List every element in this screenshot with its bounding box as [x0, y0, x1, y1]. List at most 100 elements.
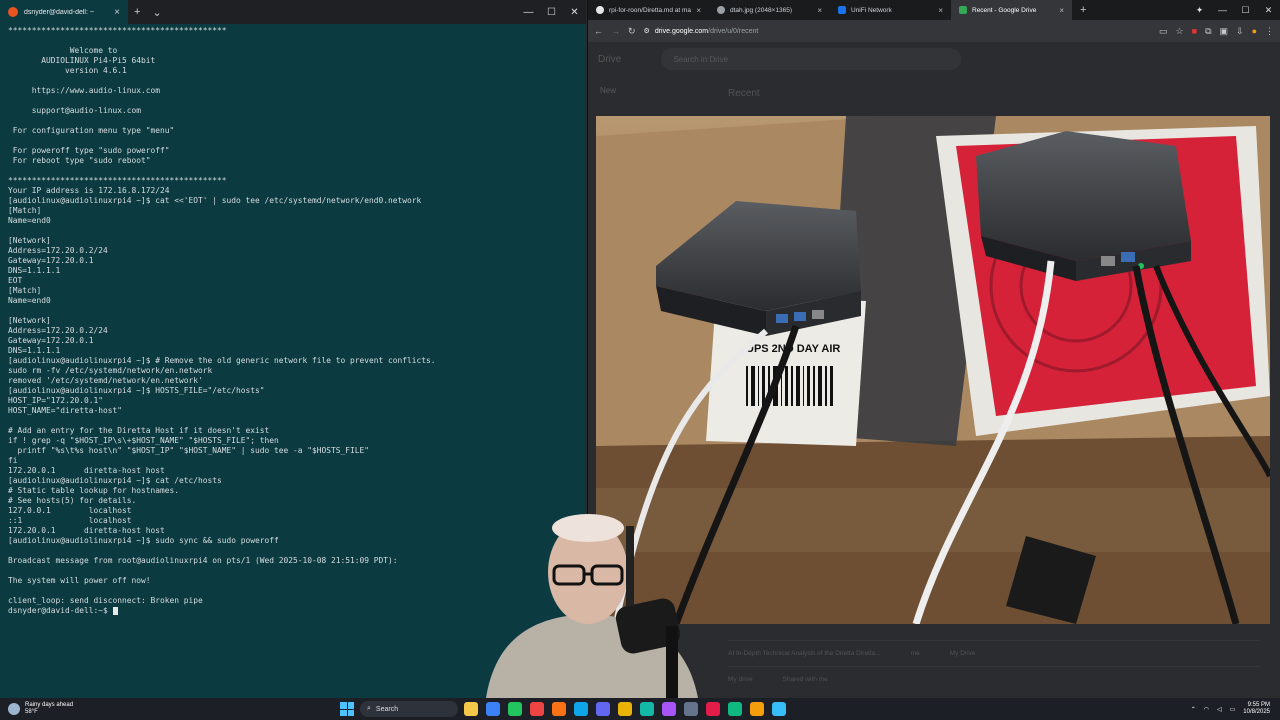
taskbar-app-icon[interactable] — [750, 702, 764, 716]
file-location: My Drive — [949, 650, 976, 657]
taskbar-app-icon[interactable] — [662, 702, 676, 716]
terminal-line: [audiolinux@audiolinuxrpi4 ~]$ cat /etc/… — [8, 476, 222, 485]
menu-icon[interactable]: ⋮ — [1265, 26, 1274, 37]
forward-icon[interactable]: → — [611, 26, 620, 36]
cast-icon[interactable]: ▭ — [1159, 26, 1168, 37]
close-tab-icon[interactable]: × — [938, 6, 943, 15]
puzzle-icon[interactable]: ⧉ — [1205, 26, 1211, 37]
terminal-titlebar: dsnyder@david-dell: ~ × + ⌄ — ☐ ✕ — [0, 0, 586, 24]
tab-title: Recent - Google Drive — [972, 6, 1037, 14]
tab-title: UniFi Network — [851, 6, 892, 14]
weather-widget[interactable]: Rainy days ahead 58°F — [0, 702, 340, 716]
terminal-line: if ! grep -q "$HOST_IP\s\+$HOST_NAME" "$… — [8, 436, 279, 445]
browser-window-controls: ✦ — ☐ ✕ — [1188, 5, 1280, 16]
chevron-up-icon[interactable]: ⌃ — [1191, 706, 1196, 713]
drive-new-button[interactable]: New — [600, 86, 616, 95]
browser-tab-image[interactable]: dtah.jpg (2048×1365) × — [709, 0, 830, 20]
maximize-button[interactable]: ☐ — [1234, 5, 1257, 16]
close-button[interactable]: ✕ — [563, 7, 586, 18]
drive-file-list: AI In-Depth Technical Analysis of the Di… — [728, 640, 1260, 692]
terminal-tab[interactable]: dsnyder@david-dell: ~ × — [0, 0, 128, 24]
browser-tab-github[interactable]: rpi-for-roon/Diretta.md at mai × — [588, 0, 709, 20]
terminal-prompt: dsnyder@david-dell:~$ — [8, 606, 113, 615]
profile-icon[interactable]: ● — [1252, 26, 1257, 36]
back-icon[interactable]: ← — [594, 26, 603, 36]
wifi-icon[interactable]: ◠ — [1204, 706, 1209, 713]
bookmark-star-icon[interactable]: ☆ — [1176, 26, 1184, 37]
tab-dropdown-button[interactable]: ⌄ — [146, 6, 167, 19]
close-tab-icon[interactable]: × — [1059, 6, 1064, 15]
minimize-button[interactable]: — — [1211, 5, 1234, 16]
terminal-line: removed '/etc/systemd/network/en.network… — [8, 376, 203, 385]
taskbar: Rainy days ahead 58°F ⌕ Search ⌃ ◠ ◁ ▭ 9… — [0, 698, 1280, 720]
clock-time: 9:55 PM — [1247, 702, 1270, 708]
taskbar-app-icon[interactable] — [772, 702, 786, 716]
terminal-line: For configuration menu type "menu" — [8, 126, 175, 135]
drive-search-input[interactable]: Search in Drive — [661, 48, 962, 70]
search-label: Search — [375, 705, 399, 713]
terminal-line: # See hosts(5) for details. — [8, 496, 137, 505]
tab-title: rpi-for-roon/Diretta.md at mai — [609, 6, 692, 14]
tab-title: dtah.jpg (2048×1365) — [730, 6, 792, 14]
gemini-icon[interactable]: ✦ — [1188, 5, 1211, 16]
browser-tab-drive[interactable]: Recent - Google Drive × — [951, 0, 1072, 20]
list-item[interactable]: AI In-Depth Technical Analysis of the Di… — [728, 640, 1260, 666]
taskbar-app-icon[interactable] — [684, 702, 698, 716]
address-bar[interactable]: ⚙ drive.google.com/drive/u/0/recent — [643, 23, 1152, 39]
volume-icon[interactable]: ◁ — [1217, 706, 1222, 713]
extension-icon[interactable]: ■ — [1192, 26, 1197, 36]
terminal-line: [audiolinux@audiolinuxrpi4 ~]$ # Remove … — [8, 356, 436, 365]
weather-rain-icon — [8, 703, 20, 715]
minimize-button[interactable]: — — [517, 7, 540, 18]
taskbar-app-icon[interactable] — [728, 702, 742, 716]
taskbar-app-icon[interactable] — [618, 702, 632, 716]
close-button[interactable]: ✕ — [1257, 5, 1280, 16]
taskbar-search[interactable]: ⌕ Search — [360, 701, 458, 717]
taskbar-app-icon[interactable] — [574, 702, 588, 716]
drive-header: Drive Search in Drive — [588, 42, 1280, 76]
clock[interactable]: 9:55 PM 10/8/2025 — [1243, 702, 1270, 716]
file-owner: me — [910, 650, 920, 657]
terminal-cursor — [112, 606, 118, 615]
close-tab-icon[interactable]: × — [114, 7, 120, 18]
taskbar-app-icon[interactable] — [486, 702, 500, 716]
terminal-line: Address=172.20.0.2/24 — [8, 326, 108, 335]
close-tab-icon[interactable]: × — [696, 6, 701, 15]
new-tab-button[interactable]: + — [128, 6, 146, 18]
terminal-line: [audiolinux@audiolinuxrpi4 ~]$ cat <<'EO… — [8, 196, 422, 205]
taskbar-app-icon[interactable] — [640, 702, 654, 716]
downloads-icon[interactable]: ⇩ — [1236, 26, 1244, 37]
drive-logo[interactable]: Drive — [598, 54, 621, 65]
list-item[interactable]: My drive Shared with me — [728, 666, 1260, 692]
taskbar-app-icon[interactable] — [706, 702, 720, 716]
maximize-button[interactable]: ☐ — [540, 7, 563, 18]
taskbar-app-icon[interactable] — [464, 702, 478, 716]
terminal-line: [audiolinux@audiolinuxrpi4 ~]$ HOSTS_FIL… — [8, 386, 265, 395]
url-host: drive.google.com — [654, 27, 709, 35]
url-path: /drive/u/0/recent — [708, 27, 759, 35]
battery-icon[interactable]: ▭ — [1230, 706, 1236, 713]
taskbar-app-icon[interactable] — [508, 702, 522, 716]
terminal-line: support@audio-linux.com — [8, 106, 142, 115]
browser-tab-unifi[interactable]: UniFi Network × — [830, 0, 951, 20]
taskbar-app-icon[interactable] — [596, 702, 610, 716]
clock-date: 10/8/2025 — [1243, 709, 1270, 715]
close-tab-icon[interactable]: × — [817, 6, 822, 15]
terminal-line: https://www.audio-linux.com — [8, 86, 161, 95]
drive-section-title: Recent — [728, 88, 760, 99]
terminal-line: HOST_IP="172.20.0.1" — [8, 396, 104, 405]
terminal-window-controls: — ☐ ✕ — [517, 7, 586, 18]
site-info-icon[interactable]: ⚙ — [644, 27, 650, 35]
taskbar-app-icon[interactable] — [552, 702, 566, 716]
browser-tabstrip: rpi-for-roon/Diretta.md at mai × dtah.jp… — [588, 0, 1280, 20]
reload-icon[interactable]: ↻ — [628, 26, 636, 37]
new-tab-button[interactable]: + — [1072, 4, 1094, 16]
terminal-line: [Match] — [8, 286, 42, 295]
start-icon[interactable] — [340, 702, 354, 716]
sidepanel-icon[interactable]: ▣ — [1220, 26, 1229, 37]
taskbar-app-icon[interactable] — [530, 702, 544, 716]
terminal-line: For poweroff type "sudo poweroff" — [8, 146, 170, 155]
